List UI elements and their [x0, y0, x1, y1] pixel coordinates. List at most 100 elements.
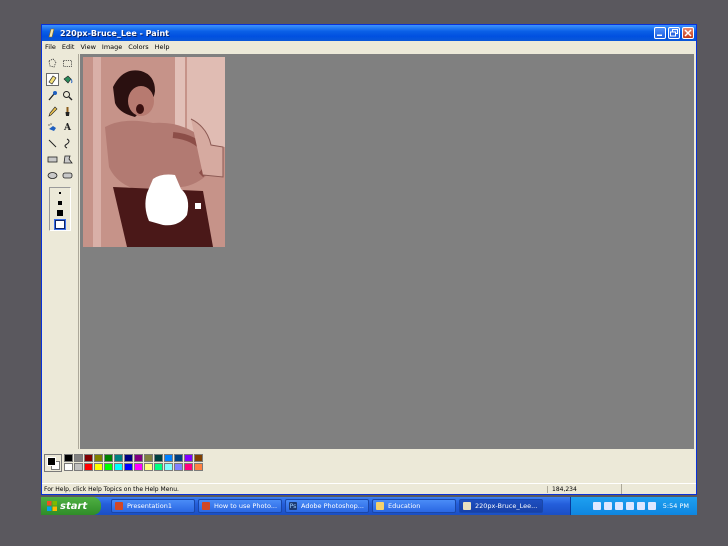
task-label: Adobe Photoshop... — [301, 502, 364, 510]
color-swatch[interactable] — [74, 454, 83, 462]
task-presentation1[interactable]: Presentation1 — [111, 499, 195, 513]
free-form-select-icon[interactable] — [46, 57, 59, 70]
bruce-lee-photo — [83, 57, 225, 247]
folder-icon — [376, 502, 384, 510]
windows-flag-icon — [47, 501, 57, 511]
window-title: 220px-Bruce_Lee - Paint — [60, 28, 169, 38]
task-paint-active[interactable]: 220px-Bruce_Lee... — [459, 499, 543, 513]
airbrush-icon[interactable] — [46, 121, 59, 134]
curve-icon[interactable] — [61, 137, 74, 150]
line-icon[interactable] — [46, 137, 59, 150]
color-swatch[interactable] — [94, 463, 103, 471]
rectangle-icon[interactable] — [46, 153, 59, 166]
task-label: Presentation1 — [127, 502, 172, 510]
clock[interactable]: 5:54 PM — [663, 502, 689, 510]
brush-icon[interactable] — [61, 105, 74, 118]
color-swatch[interactable] — [164, 454, 173, 462]
menu-file[interactable]: File — [45, 43, 56, 51]
task-label: 220px-Bruce_Lee... — [475, 502, 538, 510]
eraser-icon[interactable] — [46, 73, 59, 86]
color-swatch[interactable] — [194, 463, 203, 471]
color-swatch[interactable] — [64, 463, 73, 471]
system-tray: 5:54 PM — [570, 497, 697, 515]
color-swatch[interactable] — [144, 463, 153, 471]
update-icon[interactable] — [636, 502, 645, 510]
eraser-size-4-selected[interactable] — [54, 219, 66, 230]
magnifier-icon[interactable] — [61, 89, 74, 102]
powerpoint-icon — [115, 502, 123, 510]
menu-help[interactable]: Help — [155, 43, 170, 51]
security-icon[interactable] — [614, 502, 623, 510]
paint-brush-icon — [46, 28, 56, 38]
color-swatch[interactable] — [174, 463, 183, 471]
toolbox: A — [42, 54, 79, 449]
title-bar[interactable]: 220px-Bruce_Lee - Paint — [42, 25, 696, 41]
color-swatch[interactable] — [104, 454, 113, 462]
color-swatch[interactable] — [184, 463, 193, 471]
text-icon[interactable]: A — [61, 121, 74, 134]
close-icon — [684, 29, 692, 37]
start-button[interactable]: start — [41, 497, 101, 515]
network-icon[interactable] — [592, 502, 601, 510]
foreground-color[interactable] — [47, 457, 56, 466]
color-swatch[interactable] — [134, 463, 143, 471]
image-canvas[interactable] — [83, 57, 225, 247]
color-swatch[interactable] — [154, 454, 163, 462]
color-swatch[interactable] — [84, 463, 93, 471]
restore-icon — [670, 29, 678, 37]
minimize-icon — [657, 34, 662, 36]
color-swatch[interactable] — [64, 454, 73, 462]
rounded-rect-icon[interactable] — [61, 169, 74, 182]
taskbar: start Presentation1 How to use Photo... … — [41, 497, 697, 515]
volume-icon[interactable] — [603, 502, 612, 510]
paint-icon — [463, 502, 471, 510]
maximize-button[interactable] — [668, 27, 680, 39]
task-label: Education — [388, 502, 421, 510]
color-swatch[interactable] — [84, 454, 93, 462]
menu-view[interactable]: View — [80, 43, 95, 51]
eraser-size-3[interactable] — [57, 210, 63, 216]
task-education[interactable]: Education — [372, 499, 456, 513]
color-swatch[interactable] — [74, 463, 83, 471]
photoshop-icon: Ps — [289, 502, 297, 510]
task-adobe-photoshop[interactable]: Ps Adobe Photoshop... — [285, 499, 369, 513]
ellipse-icon[interactable] — [46, 169, 59, 182]
eraser-size-1[interactable] — [59, 192, 61, 194]
rect-select-icon[interactable] — [61, 57, 74, 70]
color-swatch[interactable] — [154, 463, 163, 471]
display-icon[interactable] — [647, 502, 656, 510]
menu-edit[interactable]: Edit — [62, 43, 75, 51]
task-how-to-use-photo[interactable]: How to use Photo... — [198, 499, 282, 513]
fill-icon[interactable] — [61, 73, 74, 86]
current-colors[interactable] — [44, 454, 62, 472]
paint-window: 220px-Bruce_Lee - Paint File Edit View I… — [41, 24, 697, 495]
color-picker-icon[interactable] — [46, 89, 59, 102]
minimize-button[interactable] — [654, 27, 666, 39]
color-swatch[interactable] — [174, 454, 183, 462]
status-size-pane — [621, 484, 696, 494]
color-swatch[interactable] — [124, 454, 133, 462]
powerpoint-icon — [202, 502, 210, 510]
color-swatch[interactable] — [194, 454, 203, 462]
usb-icon[interactable] — [625, 502, 634, 510]
eraser-size-2[interactable] — [58, 201, 62, 205]
color-swatch[interactable] — [114, 463, 123, 471]
pencil-icon[interactable] — [46, 105, 59, 118]
start-label: start — [60, 500, 88, 512]
color-swatch[interactable] — [94, 454, 103, 462]
task-label: How to use Photo... — [214, 502, 278, 510]
color-swatch[interactable] — [124, 463, 133, 471]
status-help-text: For Help, click Help Topics on the Help … — [44, 485, 179, 493]
menu-image[interactable]: Image — [102, 43, 122, 51]
canvas-workarea[interactable] — [80, 54, 694, 449]
color-swatch[interactable] — [104, 463, 113, 471]
menu-colors[interactable]: Colors — [128, 43, 148, 51]
color-swatch[interactable] — [144, 454, 153, 462]
polygon-icon[interactable] — [61, 153, 74, 166]
color-swatch[interactable] — [184, 454, 193, 462]
tool-options-box — [49, 187, 71, 231]
color-swatch[interactable] — [114, 454, 123, 462]
color-swatch[interactable] — [164, 463, 173, 471]
color-swatch[interactable] — [134, 454, 143, 462]
close-button[interactable] — [682, 27, 694, 39]
